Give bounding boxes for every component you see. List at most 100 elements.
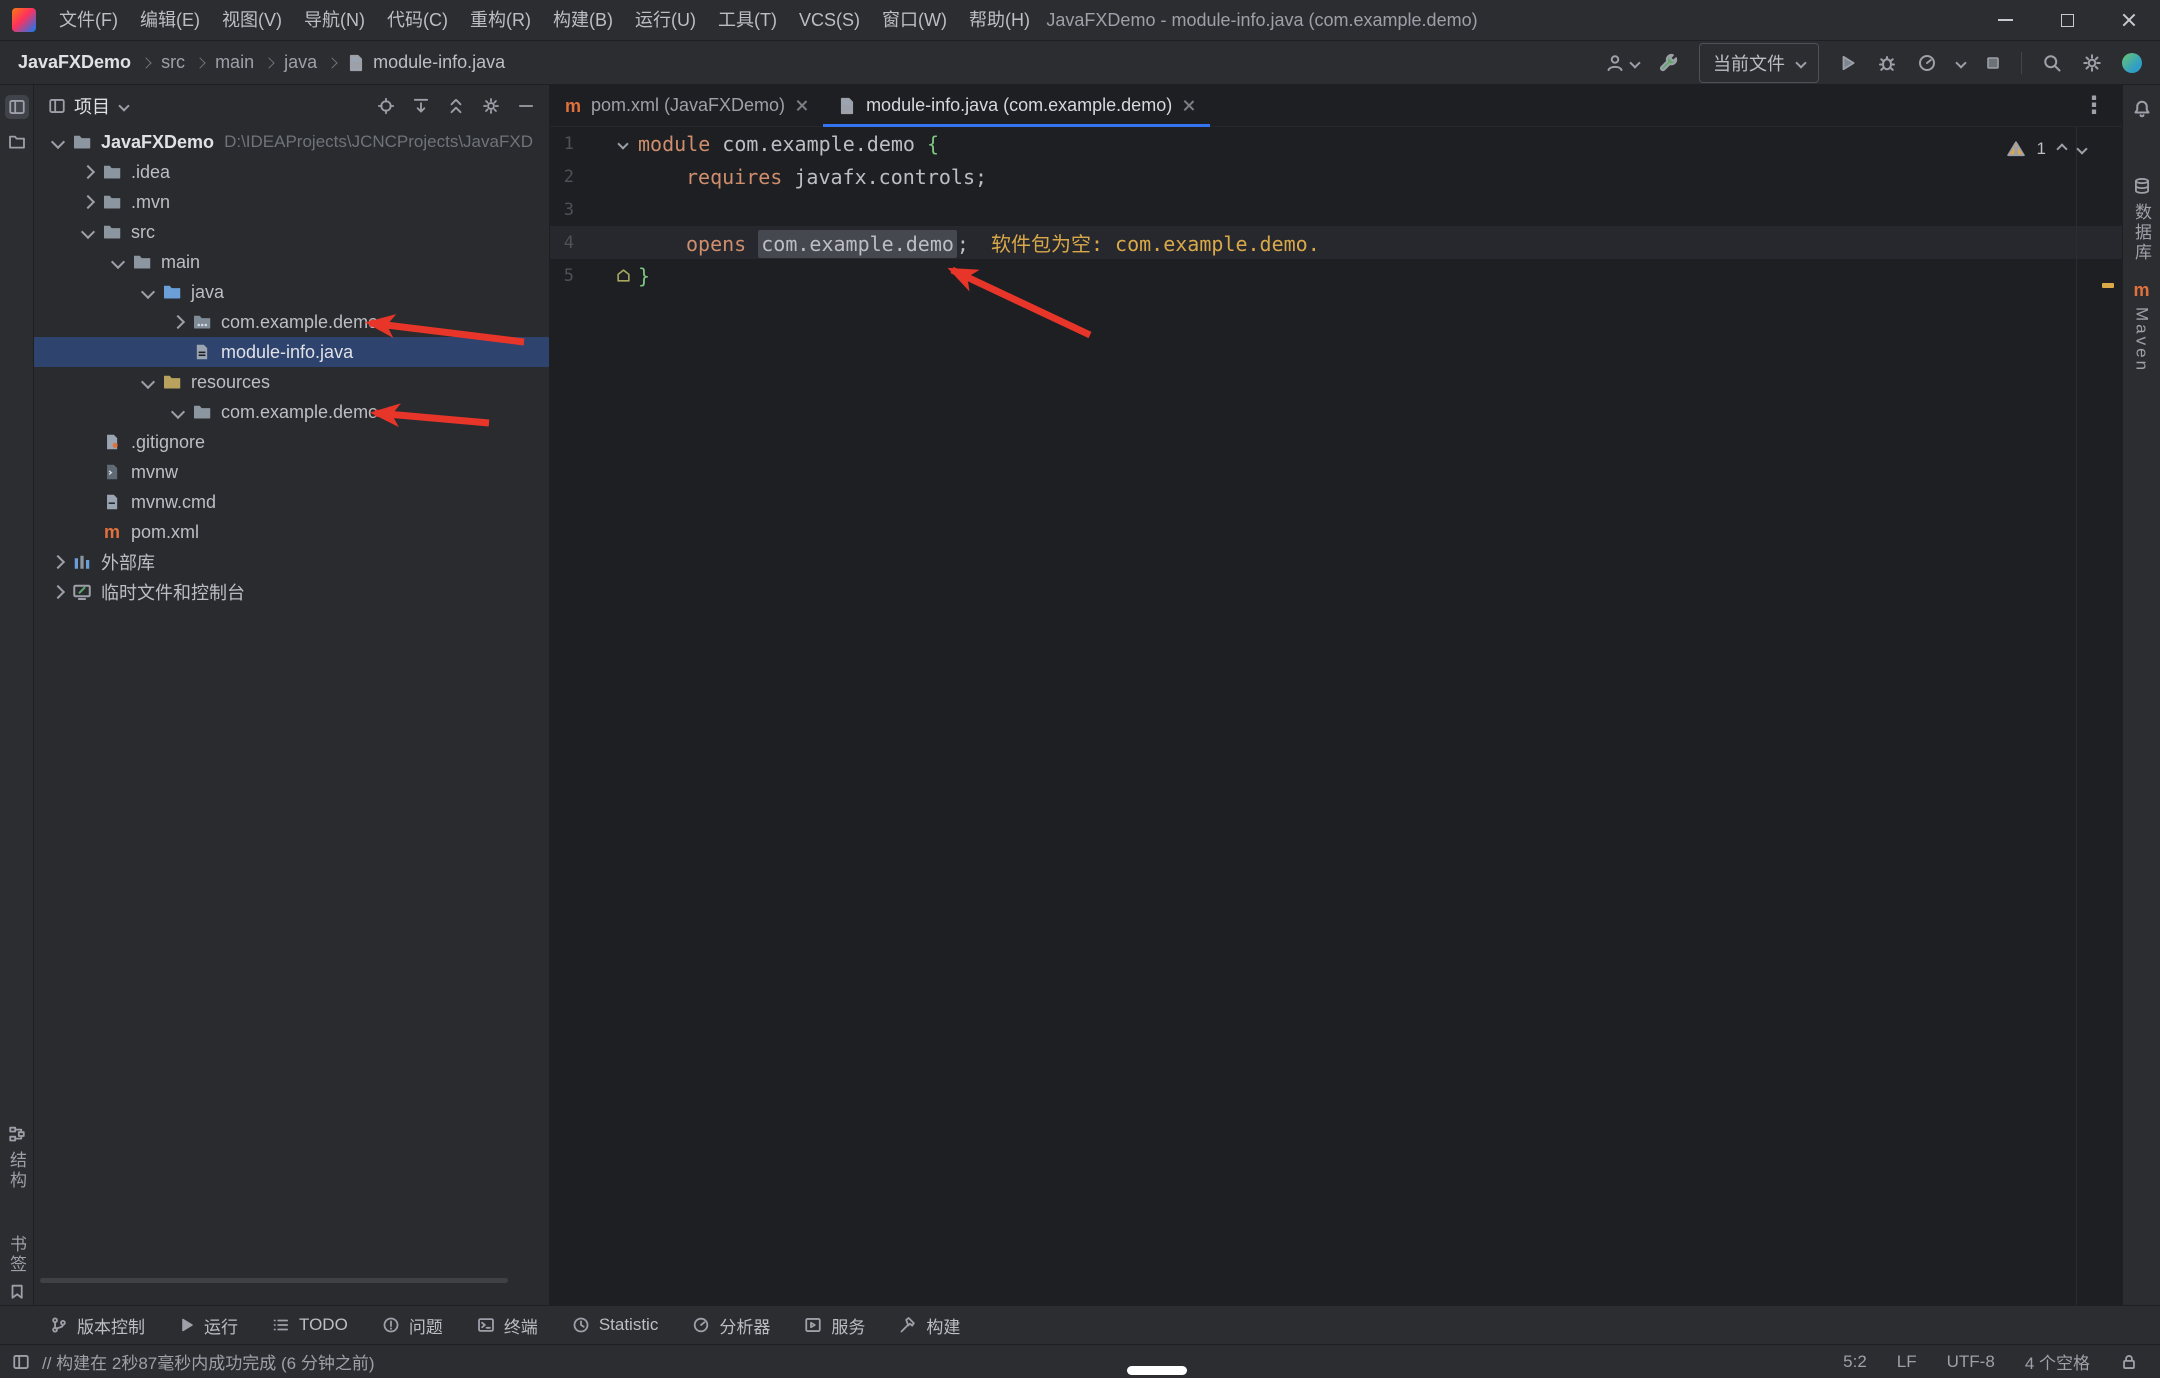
notifications-toolwindow-button[interactable]: [2123, 99, 2160, 119]
menu-run[interactable]: 运行(U): [624, 0, 707, 40]
version-control-button[interactable]: 版本控制: [50, 1313, 145, 1338]
menu-navigate[interactable]: 导航(N): [293, 0, 376, 40]
tree-item-package-com-example-demo[interactable]: com.example.demo: [34, 307, 549, 337]
chevron-down-icon[interactable]: [171, 405, 185, 419]
maximize-button[interactable]: [2036, 0, 2098, 40]
chevron-down-icon[interactable]: [141, 285, 155, 299]
services-toolwindow-button[interactable]: 服务: [804, 1313, 865, 1338]
chevron-right-icon[interactable]: [81, 195, 95, 209]
tree-item-mvnw-cmd[interactable]: mvnw.cmd: [34, 487, 549, 517]
menu-tools[interactable]: 工具(T): [707, 0, 788, 40]
file-encoding[interactable]: UTF-8: [1947, 1352, 1995, 1372]
tree-item-main[interactable]: main: [34, 247, 549, 277]
stop-button[interactable]: [1985, 55, 2001, 71]
close-button[interactable]: [2098, 0, 2160, 40]
ide-features-sphere-icon[interactable]: [2122, 53, 2142, 73]
tree-item-scratches[interactable]: 临时文件和控制台: [34, 577, 549, 607]
chevron-down-icon[interactable]: [118, 100, 129, 111]
chevron-down-icon[interactable]: [81, 225, 95, 239]
terminal-toolwindow-button[interactable]: 终端: [477, 1313, 538, 1338]
menu-window[interactable]: 窗口(W): [871, 0, 958, 40]
chevron-down-icon[interactable]: [1955, 57, 1966, 68]
previous-problem-icon[interactable]: [2056, 143, 2067, 154]
breadcrumb-project[interactable]: JavaFXDemo: [18, 52, 131, 73]
tree-item-resources-com-example-demo[interactable]: com.example.demo: [34, 397, 549, 427]
panel-settings-gear-icon[interactable]: [482, 97, 500, 115]
chevron-right-icon[interactable]: [51, 585, 65, 599]
database-toolwindow-button[interactable]: 数据库: [2123, 177, 2160, 263]
close-tab-icon[interactable]: [1182, 99, 1195, 112]
hide-panel-icon[interactable]: [517, 97, 535, 115]
maven-toolwindow-button[interactable]: m Maven: [2123, 281, 2160, 373]
breadcrumb-main[interactable]: main: [215, 52, 254, 73]
run-button[interactable]: [1839, 54, 1857, 72]
bookmarks-toolwindow-button[interactable]: 书签: [0, 1235, 33, 1301]
settings-gear-icon[interactable]: [2082, 53, 2102, 73]
todo-toolwindow-button[interactable]: TODO: [272, 1315, 348, 1335]
scroll-to-source-icon[interactable]: [412, 97, 430, 115]
toolwindow-layout-icon[interactable]: [12, 1353, 30, 1371]
line-number[interactable]: 4: [550, 233, 574, 253]
menu-vcs[interactable]: VCS(S): [788, 0, 871, 40]
menu-file[interactable]: 文件(F): [48, 0, 129, 40]
tree-item-mvnw[interactable]: mvnw: [34, 457, 549, 487]
line-separator[interactable]: LF: [1897, 1352, 1917, 1372]
run-toolwindow-button[interactable]: 运行: [179, 1313, 238, 1338]
fold-region-icon[interactable]: [617, 138, 628, 149]
menu-edit[interactable]: 编辑(E): [129, 0, 211, 40]
indent-setting[interactable]: 4 个空格: [2025, 1349, 2090, 1374]
chevron-down-icon[interactable]: [111, 255, 125, 269]
fold-end-icon[interactable]: [616, 268, 631, 283]
tree-item-external-libraries[interactable]: 外部库: [34, 547, 549, 577]
tree-item-resources[interactable]: resources: [34, 367, 549, 397]
tree-item-mvn[interactable]: .mvn: [34, 187, 549, 217]
project-panel-title[interactable]: 项目: [74, 93, 110, 119]
chevron-down-icon[interactable]: [51, 135, 65, 149]
close-tab-icon[interactable]: [795, 99, 808, 112]
tree-item-module-info-selected[interactable]: module-info.java: [34, 337, 549, 367]
tree-item-src[interactable]: src: [34, 217, 549, 247]
lock-icon[interactable]: [2120, 1353, 2138, 1371]
menu-build[interactable]: 构建(B): [542, 0, 624, 40]
menu-help[interactable]: 帮助(H): [958, 0, 1041, 40]
next-problem-icon[interactable]: [2076, 143, 2087, 154]
chevron-right-icon[interactable]: [171, 315, 185, 329]
run-configuration-select[interactable]: 当前文件: [1699, 43, 1819, 83]
menu-refactor[interactable]: 重构(R): [459, 0, 542, 40]
menu-code[interactable]: 代码(C): [376, 0, 459, 40]
tab-module-info[interactable]: module-info.java (com.example.demo): [823, 85, 1210, 126]
debug-button[interactable]: [1877, 53, 1897, 73]
profiler-button[interactable]: [1917, 53, 1937, 73]
line-number[interactable]: 3: [550, 200, 574, 220]
project-toolwindow-button[interactable]: [0, 95, 33, 119]
problems-toolwindow-button[interactable]: 问题: [382, 1313, 443, 1338]
tree-item-gitignore[interactable]: .gitignore: [34, 427, 549, 457]
line-number[interactable]: 2: [550, 167, 574, 187]
inspections-widget[interactable]: 1: [2007, 139, 2086, 159]
collapse-all-icon[interactable]: [447, 97, 465, 115]
scrollbar-warning-mark[interactable]: [2102, 283, 2114, 288]
tree-item-pom-xml[interactable]: m pom.xml: [34, 517, 549, 547]
build-wrench-icon[interactable]: [1659, 53, 1679, 73]
profiler-toolwindow-button[interactable]: 分析器: [692, 1313, 770, 1338]
commit-toolwindow-button[interactable]: [0, 133, 33, 151]
locate-file-icon[interactable]: [377, 97, 395, 115]
build-toolwindow-button[interactable]: 构建: [899, 1313, 960, 1338]
horizontal-scrollbar[interactable]: [40, 1278, 508, 1283]
search-everywhere-icon[interactable]: [2042, 53, 2062, 73]
breadcrumb-file[interactable]: module-info.java: [373, 52, 505, 73]
code-editor[interactable]: 1 module com.example.demo { 2 requires j…: [550, 127, 2122, 1305]
chevron-down-icon[interactable]: [141, 375, 155, 389]
line-number[interactable]: 1: [550, 134, 574, 154]
structure-toolwindow-button[interactable]: 结构: [0, 1125, 33, 1191]
user-account-button[interactable]: [1605, 53, 1639, 73]
tab-options-icon[interactable]: ⋮: [2082, 91, 2122, 120]
breadcrumb-java[interactable]: java: [284, 52, 317, 73]
statistic-toolwindow-button[interactable]: Statistic: [572, 1315, 659, 1335]
caret-position[interactable]: 5:2: [1843, 1352, 1867, 1372]
menu-view[interactable]: 视图(V): [211, 0, 293, 40]
line-number[interactable]: 5: [550, 266, 574, 286]
breadcrumb-src[interactable]: src: [161, 52, 185, 73]
tree-item-java[interactable]: java: [34, 277, 549, 307]
chevron-right-icon[interactable]: [51, 555, 65, 569]
